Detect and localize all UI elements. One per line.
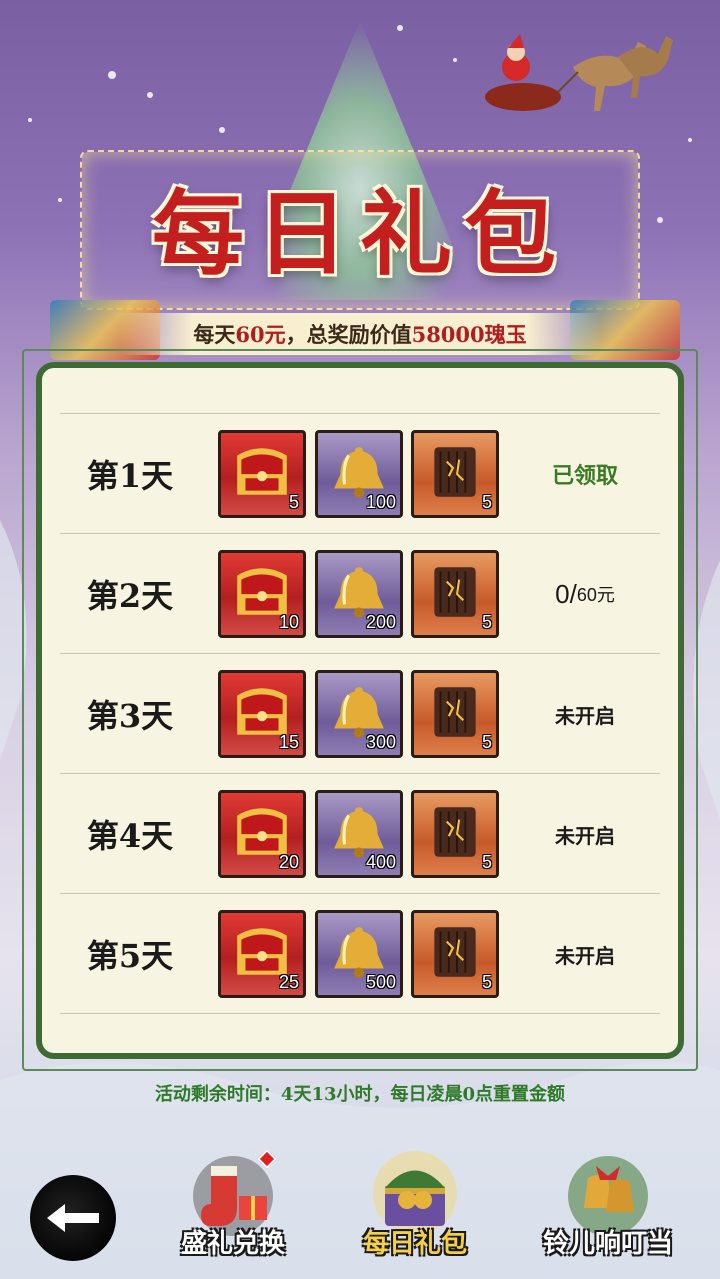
item-count: 25: [278, 972, 299, 992]
reward-item[interactable]: 5: [411, 550, 499, 638]
day-label: 第4天: [86, 817, 174, 855]
reward-item[interactable]: 15: [218, 670, 306, 758]
summary-price: 60元: [235, 322, 286, 347]
back-button[interactable]: [30, 1175, 116, 1261]
status-label: 已领取: [551, 463, 618, 489]
reward-row: 第4天 20 400 5 未开启: [60, 774, 660, 894]
back-arrow-icon: [47, 1204, 99, 1232]
item-count: 5: [481, 972, 492, 992]
item-count: 500: [365, 972, 396, 992]
reward-item[interactable]: 10: [218, 550, 306, 638]
day-label: 第3天: [86, 697, 174, 735]
reward-row: 第2天 10 200 5 0/60元: [60, 534, 660, 654]
summary-prefix: 每天: [193, 322, 236, 347]
reward-item[interactable]: 400: [315, 790, 403, 878]
item-count: 400: [365, 852, 396, 872]
summary-mid: ，总奖励价值: [285, 322, 412, 347]
status-label: 未开启: [555, 943, 615, 968]
progress-target: 60元: [576, 585, 615, 605]
reward-item[interactable]: 200: [315, 550, 403, 638]
tab-label: 铃儿响叮当: [542, 1229, 673, 1259]
reward-list: 第1天 5 100 5 已领取 第2天 10 200 5 0/60元 第3天 15 300 5 未开启 第4天…: [60, 413, 660, 1014]
reward-item[interactable]: 5: [411, 430, 499, 518]
item-count: 15: [278, 732, 299, 752]
reward-item[interactable]: 5: [218, 430, 306, 518]
reward-item[interactable]: 5: [411, 670, 499, 758]
reward-item[interactable]: 100: [315, 430, 403, 518]
reward-item[interactable]: 500: [315, 910, 403, 998]
reward-item[interactable]: 300: [315, 670, 403, 758]
tab-label: 每日礼包: [362, 1229, 467, 1259]
item-count: 10: [278, 612, 299, 632]
day-label: 第5天: [86, 937, 174, 975]
page-title: 每日礼包: [151, 180, 568, 288]
status-label[interactable]: 0/60元: [520, 534, 650, 654]
status-label: 未开启: [555, 703, 615, 728]
reward-row: 第5天 25 500 5 未开启: [60, 894, 660, 1014]
item-count: 5: [481, 612, 492, 632]
tab-label: 盛礼兑换: [180, 1229, 285, 1259]
item-count: 300: [365, 732, 396, 752]
item-count: 200: [365, 612, 396, 632]
tab-daily-gift[interactable]: 每日礼包: [330, 1140, 500, 1270]
tab-gift-exchange[interactable]: 盛礼兑换: [148, 1140, 318, 1270]
santa-sleigh-icon: [485, 34, 673, 111]
item-count: 5: [288, 492, 299, 512]
item-count: 20: [278, 852, 299, 872]
item-count: 5: [481, 852, 492, 872]
reward-item[interactable]: 5: [411, 790, 499, 878]
reward-row: 第3天 15 300 5 未开启: [60, 654, 660, 774]
activity-time-note: 活动剩余时间：4天13小时，每日凌晨0点重置金额: [154, 1084, 566, 1105]
summary-total-value: 58000瑰玉: [411, 322, 527, 347]
item-count: 5: [481, 492, 492, 512]
reward-row: 第1天 5 100 5 已领取: [60, 414, 660, 534]
reward-item[interactable]: 25: [218, 910, 306, 998]
item-count: 100: [365, 492, 396, 512]
reward-item[interactable]: 5: [411, 910, 499, 998]
day-label: 第2天: [86, 577, 174, 615]
status-label: 未开启: [555, 823, 615, 848]
progress-current: 0/: [555, 578, 577, 609]
tab-jingle-bells[interactable]: 铃儿响叮当: [523, 1140, 693, 1270]
reward-item[interactable]: 20: [218, 790, 306, 878]
item-count: 5: [481, 732, 492, 752]
day-label: 第1天: [86, 457, 174, 495]
